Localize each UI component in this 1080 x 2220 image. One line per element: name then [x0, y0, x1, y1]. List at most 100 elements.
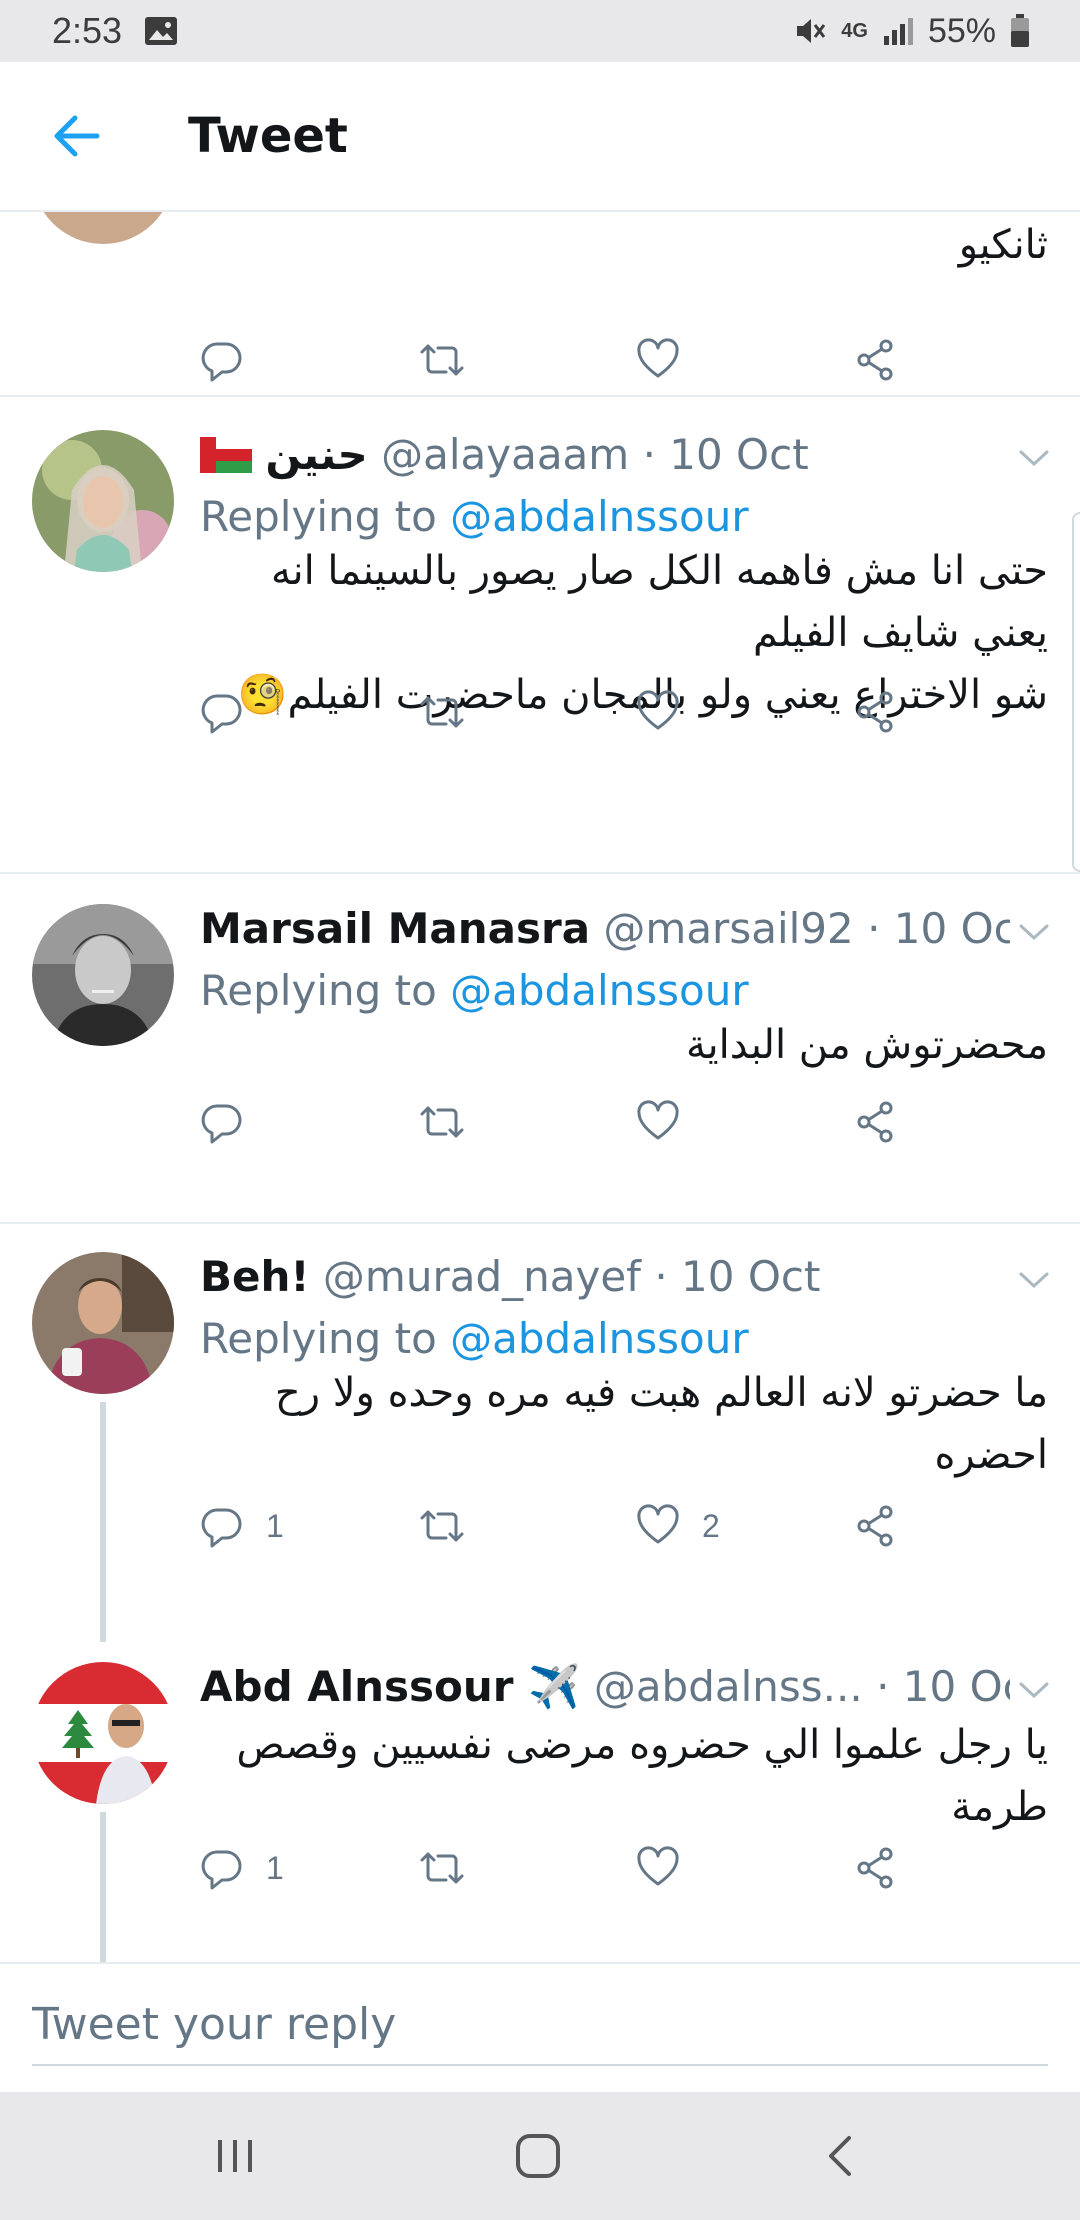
avatar[interactable]: [32, 430, 174, 572]
replying-to-link[interactable]: @abdalnssour: [450, 966, 748, 1015]
tweet-feed[interactable]: ثانكيو حنين @alayaaam · 10 Oct Replying …: [0, 212, 1080, 1962]
retweet-button[interactable]: [418, 338, 466, 382]
user-handle[interactable]: @abdalnss...: [594, 1662, 863, 1711]
reply-bar: [0, 1962, 1080, 2092]
share-button[interactable]: [854, 1846, 898, 1890]
tweet-partial[interactable]: ثانكيو: [0, 212, 1080, 452]
like-button[interactable]: 2: [636, 1504, 720, 1548]
recent-apps-button[interactable]: [205, 2126, 265, 2186]
replying-prefix: Replying to: [200, 492, 437, 541]
back-nav-button[interactable]: [810, 2126, 870, 2186]
tweet[interactable]: Abd Alnssour ✈️ @abdalnss... · 10 Oct يا…: [0, 1662, 1080, 1962]
recent-apps-icon: [218, 2140, 252, 2172]
tweet-actions: 1: [200, 1846, 960, 1906]
retweet-icon: [420, 696, 464, 728]
tweet-line: احضره: [934, 1432, 1048, 1478]
tweet[interactable]: Beh! @murad_nayef · 10 Oct Replying to @…: [0, 1252, 1080, 1662]
tweet-menu-button[interactable]: [1018, 922, 1050, 946]
reply-button[interactable]: 1: [200, 1504, 284, 1548]
tweet-header: Abd Alnssour ✈️ @abdalnss... · 10 Oct: [200, 1662, 1010, 1712]
share-icon: [857, 691, 893, 733]
reply-button[interactable]: 1: [200, 1846, 284, 1890]
thread-connector: [100, 1402, 106, 1642]
divider: [0, 395, 1080, 397]
heart-icon: [637, 1846, 679, 1886]
retweet-button[interactable]: [418, 1100, 466, 1144]
like-button[interactable]: [636, 1846, 702, 1890]
display-name[interactable]: حنين: [265, 430, 367, 479]
tweet-menu-button[interactable]: [1018, 448, 1050, 472]
avatar[interactable]: [32, 1662, 174, 1804]
network-label: 4G: [841, 19, 868, 42]
display-name[interactable]: Abd Alnssour ✈️: [200, 1662, 580, 1711]
tweet-actions: 1 2: [200, 1504, 960, 1564]
heart-icon: [637, 1100, 679, 1140]
share-button[interactable]: [854, 1100, 898, 1144]
like-button[interactable]: [636, 1100, 702, 1144]
reply-button[interactable]: [200, 1100, 266, 1144]
like-button[interactable]: [636, 690, 702, 734]
reply-count: 1: [266, 1849, 284, 1886]
retweet-button[interactable]: [418, 1504, 466, 1548]
chevron-down-icon: [1019, 1682, 1049, 1699]
share-button[interactable]: [854, 338, 898, 382]
tweet-header: حنين @alayaaam · 10 Oct: [200, 430, 1010, 483]
battery-icon: [1010, 14, 1030, 48]
retweet-icon: [420, 1106, 464, 1138]
share-button[interactable]: [854, 690, 898, 734]
scroll-indicator[interactable]: [1072, 512, 1080, 872]
tweet-line: ما حضرتو لانه العالم هبت فيه مره وحده ول…: [274, 1370, 1048, 1416]
tweet[interactable]: Marsail Manasra @marsail92 · 10 Oct Repl…: [0, 904, 1080, 1244]
tweet-body: يا رجل علموا الي حضروه مرضى نفسيين وقصص …: [200, 1714, 1048, 1838]
replying-to-link[interactable]: @abdalnssour: [450, 1314, 748, 1363]
reply-icon: [201, 1850, 242, 1890]
share-icon: [857, 1505, 893, 1547]
reply-input[interactable]: [32, 1984, 1048, 2066]
tweet-line: حتى انا مش فاهمه الكل صار يصور بالسينما …: [271, 548, 1048, 594]
mute-icon: [791, 13, 827, 49]
replying-to-link[interactable]: @abdalnssour: [450, 492, 748, 541]
replying-to: Replying to @abdalnssour: [200, 492, 749, 541]
replying-prefix: Replying to: [200, 1314, 437, 1363]
tweet-time: · 10 Oct: [642, 430, 809, 479]
display-name[interactable]: Marsail Manasra: [200, 904, 590, 953]
page-title: Tweet: [188, 108, 348, 164]
user-handle[interactable]: @alayaaam: [381, 430, 629, 479]
user-handle[interactable]: @murad_nayef: [323, 1252, 641, 1301]
heart-icon: [637, 1504, 679, 1544]
avatar[interactable]: [32, 212, 174, 244]
retweet-button[interactable]: [418, 1846, 466, 1890]
tweet-actions: [200, 690, 960, 750]
share-button[interactable]: [854, 1504, 898, 1548]
share-icon: [857, 339, 893, 381]
replying-to: Replying to @abdalnssour: [200, 966, 749, 1015]
tweet-menu-button[interactable]: [1018, 1270, 1050, 1294]
status-bar: 2:53 4G 55%: [0, 0, 1080, 62]
chevron-down-icon: [1019, 1272, 1049, 1289]
share-icon: [857, 1847, 893, 1889]
retweet-icon: [420, 1852, 464, 1884]
tweet-actions: [200, 1100, 960, 1160]
avatar[interactable]: [32, 904, 174, 1046]
signal-icon: [882, 16, 914, 46]
retweet-button[interactable]: [418, 690, 466, 734]
chevron-down-icon: [1019, 924, 1049, 941]
replying-to: Replying to @abdalnssour: [200, 1314, 749, 1363]
divider: [0, 872, 1080, 874]
like-button[interactable]: [636, 338, 680, 382]
tweet[interactable]: حنين @alayaaam · 10 Oct Replying to @abd…: [0, 430, 1080, 870]
user-handle[interactable]: @marsail92: [603, 904, 853, 953]
reply-button[interactable]: [200, 338, 244, 382]
tweet-time: · 10 Oct: [867, 904, 1010, 953]
reply-button[interactable]: [200, 690, 266, 734]
tweet-actions: [200, 338, 960, 398]
tweet-menu-button[interactable]: [1018, 1680, 1050, 1704]
home-button[interactable]: [508, 2126, 568, 2186]
reply-icon: [201, 694, 242, 734]
back-button[interactable]: [0, 61, 150, 211]
avatar[interactable]: [32, 1252, 174, 1394]
reply-icon: [201, 1508, 242, 1548]
system-nav-bar: [0, 2092, 1080, 2220]
tweet-time: · 10 Oct: [654, 1252, 821, 1301]
display-name[interactable]: Beh!: [200, 1252, 310, 1301]
